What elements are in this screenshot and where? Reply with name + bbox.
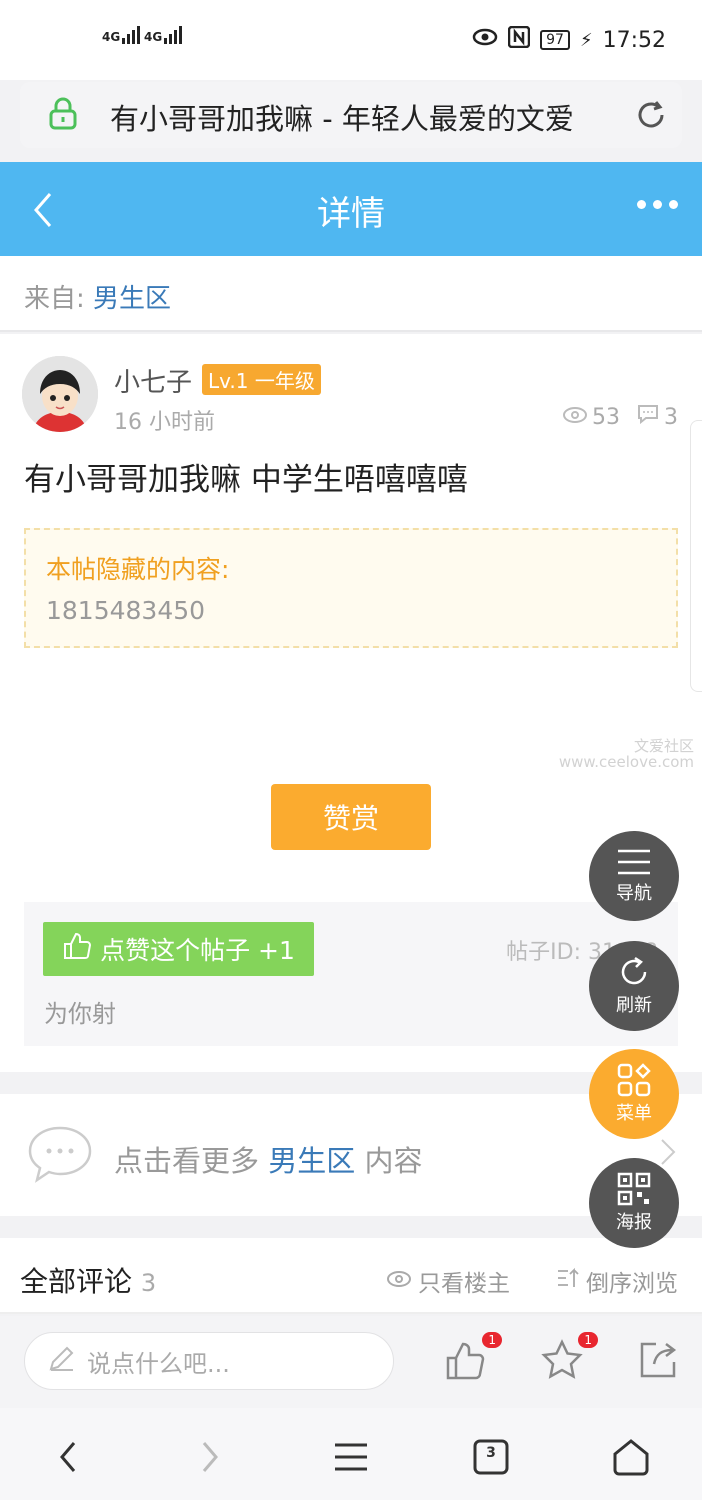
signal-indicator-2: 4G bbox=[144, 26, 183, 44]
fab-poster-label: 海报 bbox=[616, 1212, 652, 1233]
comments-total-count: 3 bbox=[140, 1269, 157, 1297]
network-type-label: 4G bbox=[144, 30, 163, 44]
views-count: 53 bbox=[592, 404, 620, 430]
comments-header: 全部评论 3 只看楼主 倒序浏览 bbox=[0, 1238, 702, 1314]
more-options-button[interactable] bbox=[637, 200, 678, 209]
status-right-group: 97 ⚡ 17:52 bbox=[472, 25, 666, 54]
level-badge: Lv.1 一年级 bbox=[202, 364, 321, 395]
signal-bars-icon bbox=[122, 26, 141, 44]
comments-title-label: 全部评论 bbox=[20, 1265, 133, 1298]
grid-menu-icon bbox=[617, 1063, 651, 1097]
only-op-label: 只看楼主 bbox=[418, 1271, 510, 1297]
fab-refresh-button[interactable]: 刷新 bbox=[589, 941, 679, 1031]
like-badge: 1 bbox=[482, 1332, 502, 1348]
browser-menu-button[interactable] bbox=[326, 1432, 376, 1482]
browser-forward-button[interactable] bbox=[184, 1432, 234, 1482]
hidden-content-value: 1815483450 bbox=[46, 596, 206, 625]
fab-navigation-button[interactable]: 导航 bbox=[589, 831, 679, 921]
post-source-row: 来自: 男生区 bbox=[0, 256, 702, 332]
qr-code-icon bbox=[617, 1172, 651, 1206]
refresh-icon bbox=[617, 955, 651, 989]
browser-bottom-nav: 3 bbox=[0, 1408, 702, 1500]
network-type-label: 4G bbox=[102, 30, 121, 44]
author-name[interactable]: 小七子 bbox=[114, 362, 192, 399]
hidden-content-label: 本帖隐藏的内容: bbox=[46, 555, 230, 584]
address-bar[interactable]: 有小哥哥加我嘛 - 年轻人最爱的文爱 bbox=[20, 82, 682, 148]
source-text: 来自: 男生区 bbox=[24, 278, 171, 315]
eye-comfort-icon bbox=[472, 27, 498, 53]
page-title-in-address-bar[interactable]: 有小哥哥加我嘛 - 年轻人最爱的文爱 bbox=[110, 96, 620, 138]
like-post-label: 点赞这个帖子 +1 bbox=[100, 936, 295, 965]
lock-icon bbox=[48, 96, 78, 130]
comment-input[interactable]: 说点什么吧... bbox=[24, 1332, 394, 1390]
back-button[interactable] bbox=[26, 188, 66, 232]
comments-title: 全部评论 3 bbox=[20, 1260, 156, 1300]
share-button[interactable] bbox=[636, 1338, 680, 1382]
side-edge-handle[interactable] bbox=[690, 420, 702, 692]
compose-bar: 说点什么吧... 1 1 bbox=[0, 1316, 702, 1408]
pencil-icon bbox=[47, 1343, 77, 1379]
views-stat: 53 bbox=[562, 405, 620, 430]
chevron-right-icon bbox=[660, 1138, 676, 1166]
fab-poster-button[interactable]: 海报 bbox=[589, 1158, 679, 1248]
eye-icon bbox=[386, 1268, 412, 1294]
post-time: 16 小时前 bbox=[114, 410, 215, 435]
more-section-link[interactable]: 男生区 bbox=[268, 1144, 355, 1178]
browser-back-button[interactable] bbox=[44, 1432, 94, 1482]
favorite-button[interactable]: 1 bbox=[540, 1332, 598, 1382]
author-signature: 为你射 bbox=[44, 1000, 116, 1028]
fab-menu-button[interactable]: 菜单 bbox=[589, 1049, 679, 1139]
tabs-count: 3 bbox=[486, 1445, 496, 1461]
comment-bubble-icon bbox=[636, 404, 660, 430]
more-suffix: 内容 bbox=[364, 1144, 423, 1178]
comments-count: 3 bbox=[664, 404, 678, 430]
source-section-link[interactable]: 男生区 bbox=[93, 284, 171, 314]
like-panel: 点赞这个帖子 +1 帖子ID: 31158 为你射 bbox=[24, 902, 678, 1046]
only-op-filter-button[interactable]: 只看楼主 bbox=[386, 1264, 510, 1298]
nfc-icon bbox=[507, 25, 531, 54]
signal-indicator-1: 4G bbox=[102, 26, 141, 44]
hidden-content-box: 本帖隐藏的内容: 1815483450 bbox=[24, 528, 678, 648]
like-action-button[interactable]: 1 bbox=[444, 1332, 502, 1382]
sort-icon bbox=[556, 1267, 580, 1295]
reload-icon[interactable] bbox=[634, 98, 668, 132]
eye-icon bbox=[562, 405, 588, 430]
comments-stat: 3 bbox=[636, 404, 678, 430]
post-title: 有小哥哥加我嘛 中学生唔嘻嘻嘻 bbox=[24, 462, 468, 498]
fab-refresh-label: 刷新 bbox=[616, 995, 652, 1016]
post-stats: 53 3 bbox=[562, 404, 678, 430]
clock: 17:52 bbox=[602, 27, 666, 53]
source-prefix: 来自: bbox=[24, 284, 85, 314]
reward-button[interactable]: 赞赏 bbox=[271, 784, 431, 850]
page-header: 详情 bbox=[0, 162, 702, 256]
charging-icon: ⚡ bbox=[579, 29, 593, 51]
watermark-line-1: 文爱社区 bbox=[633, 737, 694, 755]
avatar[interactable] bbox=[22, 356, 98, 432]
thumbs-up-icon bbox=[62, 931, 92, 967]
menu-lines-icon bbox=[616, 847, 652, 877]
reverse-order-label: 倒序浏览 bbox=[586, 1271, 678, 1297]
favorite-badge: 1 bbox=[578, 1332, 598, 1348]
like-post-button[interactable]: 点赞这个帖子 +1 bbox=[43, 922, 314, 976]
battery-indicator: 97 bbox=[540, 30, 570, 50]
reverse-order-button[interactable]: 倒序浏览 bbox=[556, 1264, 678, 1298]
fab-navigation-label: 导航 bbox=[616, 883, 652, 904]
more-prefix: 点击看更多 bbox=[114, 1144, 260, 1178]
signal-bars-icon bbox=[164, 26, 183, 44]
chat-bubble-icon bbox=[26, 1124, 94, 1184]
comment-placeholder: 说点什么吧... bbox=[87, 1349, 230, 1378]
watermark-line-2: www.ceelove.com bbox=[558, 753, 694, 771]
browser-home-button[interactable] bbox=[606, 1432, 656, 1482]
header-title: 详情 bbox=[317, 194, 385, 234]
fab-menu-label: 菜单 bbox=[616, 1103, 652, 1124]
more-content-text[interactable]: 点击看更多 男生区 内容 bbox=[114, 1138, 422, 1180]
watermark: 文爱社区 www.ceelove.com bbox=[559, 738, 694, 770]
status-bar: 4G 4G 97 ⚡ 17:52 bbox=[0, 0, 702, 80]
browser-tabs-button[interactable]: 3 bbox=[466, 1432, 516, 1482]
